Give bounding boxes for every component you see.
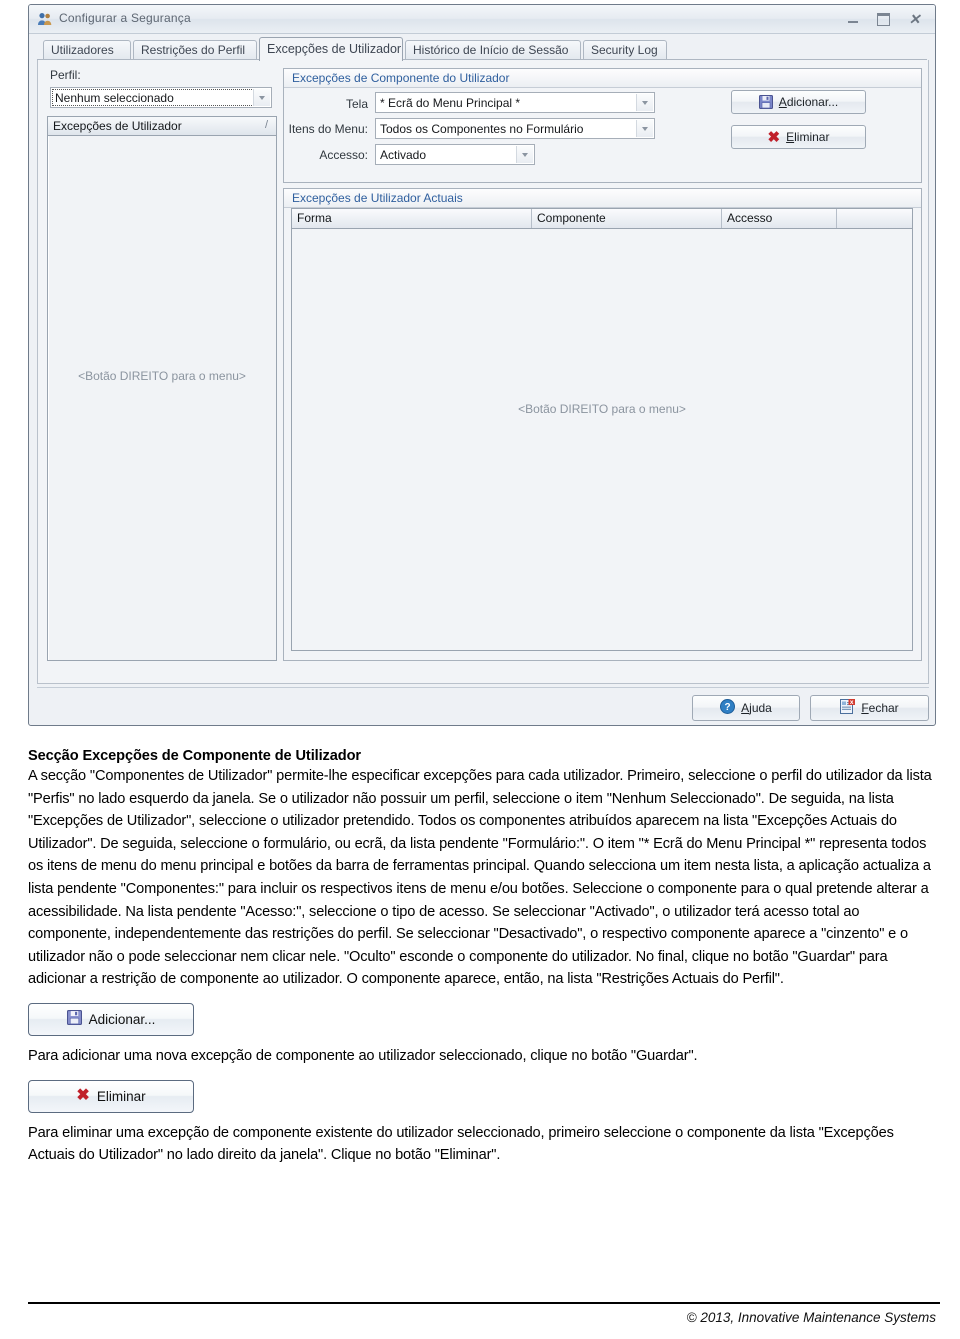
column-header-forma[interactable]: Forma xyxy=(292,209,532,228)
tab-panel: Perfil: Nenhum seleccionado Excepções de… xyxy=(37,60,929,684)
minimize-icon[interactable] xyxy=(838,9,867,29)
accesso-label: Accesso: xyxy=(319,148,368,162)
copyright-notice: © 2013, Innovative Maintenance Systems xyxy=(686,1310,936,1325)
user-exceptions-list-hint: <Botão DIREITO para o menu> xyxy=(78,369,246,383)
doc-eliminar-button-label: Eliminar xyxy=(96,1088,146,1104)
table-header-row: Forma Componente Accesso xyxy=(292,209,912,229)
perfil-combo-value: Nenhum seleccionado xyxy=(55,91,174,105)
tela-label: Tela xyxy=(345,97,368,111)
users-icon xyxy=(37,11,53,27)
doc-adicionar-button-label: Adicionar... xyxy=(88,1011,156,1027)
tab-restricoes-perfil[interactable]: Restrições do Perfil xyxy=(133,40,257,60)
footer-rule xyxy=(28,1302,940,1304)
adicionar-button[interactable]: Adicionar... xyxy=(731,90,866,114)
footer-divider xyxy=(37,687,929,688)
fechar-button[interactable]: x Fechar xyxy=(810,695,929,721)
section-heading: Secção Excepções de Componente de Utiliz… xyxy=(28,748,361,764)
perfil-combo[interactable]: Nenhum seleccionado xyxy=(50,87,272,108)
current-exceptions-table[interactable]: Forma Componente Accesso <Botão DIREITO … xyxy=(291,208,913,651)
eliminar-button-label: Eliminar xyxy=(786,130,830,144)
itens-do-menu-label: Itens do Menu: xyxy=(288,122,368,136)
column-header-filler xyxy=(837,209,912,228)
chevron-down-icon[interactable] xyxy=(636,120,653,137)
itens-do-menu-combo-value: Todos os Componentes no Formulário xyxy=(380,122,584,136)
maximize-icon[interactable] xyxy=(869,9,898,29)
tab-utilizadores[interactable]: Utilizadores xyxy=(43,40,131,60)
tab-bar: Utilizadores Restrições do Perfil Excepç… xyxy=(37,37,927,61)
security-config-window: Configurar a Segurança ✕ Utilizadores Re… xyxy=(28,4,936,726)
red-x-icon: ✖ xyxy=(767,128,781,146)
accesso-combo[interactable]: Activado xyxy=(375,144,535,165)
help-icon: ? xyxy=(720,699,736,717)
perfil-label: Perfil: xyxy=(50,68,81,82)
user-exceptions-list[interactable]: Excepções de Utilizador / <Botão DIREITO… xyxy=(47,116,277,661)
ajuda-button[interactable]: ? Ajuda xyxy=(692,695,800,721)
close-window-icon: x xyxy=(840,699,856,717)
doc-adicionar-button[interactable]: Adicionar... xyxy=(28,1002,194,1036)
svg-text:x: x xyxy=(850,699,854,706)
add-instruction-text: Para adicionar uma nova excepção de comp… xyxy=(28,1047,698,1064)
save-disk-icon xyxy=(66,1010,82,1028)
fechar-button-label: Fechar xyxy=(861,701,899,715)
column-header-componente[interactable]: Componente xyxy=(532,209,722,228)
close-icon[interactable]: ✕ xyxy=(900,9,929,29)
user-exceptions-list-header-label: Excepções de Utilizador xyxy=(53,119,182,133)
column-header-accesso[interactable]: Accesso xyxy=(722,209,837,228)
table-body[interactable]: <Botão DIREITO para o menu> xyxy=(292,229,912,650)
red-x-icon: ✖ xyxy=(76,1087,90,1105)
window-titlebar: Configurar a Segurança ✕ xyxy=(29,5,935,34)
component-exceptions-group-title: Excepções de Componente do Utilizador xyxy=(284,69,921,88)
save-disk-icon xyxy=(758,95,773,109)
delete-instruction-text: Para eliminar uma excepção de componente… xyxy=(28,1124,894,1164)
chevron-down-icon[interactable] xyxy=(516,146,533,163)
tab-excepcoes-utilizador[interactable]: Excepções de Utilizador xyxy=(259,37,403,61)
section-paragraph: A secção "Componentes de Utilizador" per… xyxy=(28,768,932,988)
current-exceptions-table-hint: <Botão DIREITO para o menu> xyxy=(518,402,686,416)
tab-historico-inicio-sessao[interactable]: Histórico de Início de Sessão xyxy=(405,40,581,60)
tela-combo-value: * Ecrã do Menu Principal * xyxy=(380,96,521,110)
chevron-down-icon[interactable] xyxy=(636,94,653,111)
current-exceptions-group-title: Excepções de Utilizador Actuais xyxy=(284,189,921,208)
adicionar-button-label: Adicionar... xyxy=(778,95,839,109)
window-controls: ✕ xyxy=(838,9,929,29)
accesso-combo-value: Activado xyxy=(380,148,427,162)
ajuda-button-label: Ajuda xyxy=(741,701,772,715)
eliminar-button[interactable]: ✖ Eliminar xyxy=(731,125,866,149)
window-title: Configurar a Segurança xyxy=(59,11,191,25)
tela-combo[interactable]: * Ecrã do Menu Principal * xyxy=(375,92,655,113)
tab-security-log[interactable]: Security Log xyxy=(583,40,667,60)
svg-text:?: ? xyxy=(725,702,731,713)
doc-eliminar-button[interactable]: ✖ Eliminar xyxy=(28,1079,194,1113)
document-body: Secção Excepções de Componente de Utiliz… xyxy=(28,748,940,1167)
itens-do-menu-combo[interactable]: Todos os Componentes no Formulário xyxy=(375,118,655,139)
